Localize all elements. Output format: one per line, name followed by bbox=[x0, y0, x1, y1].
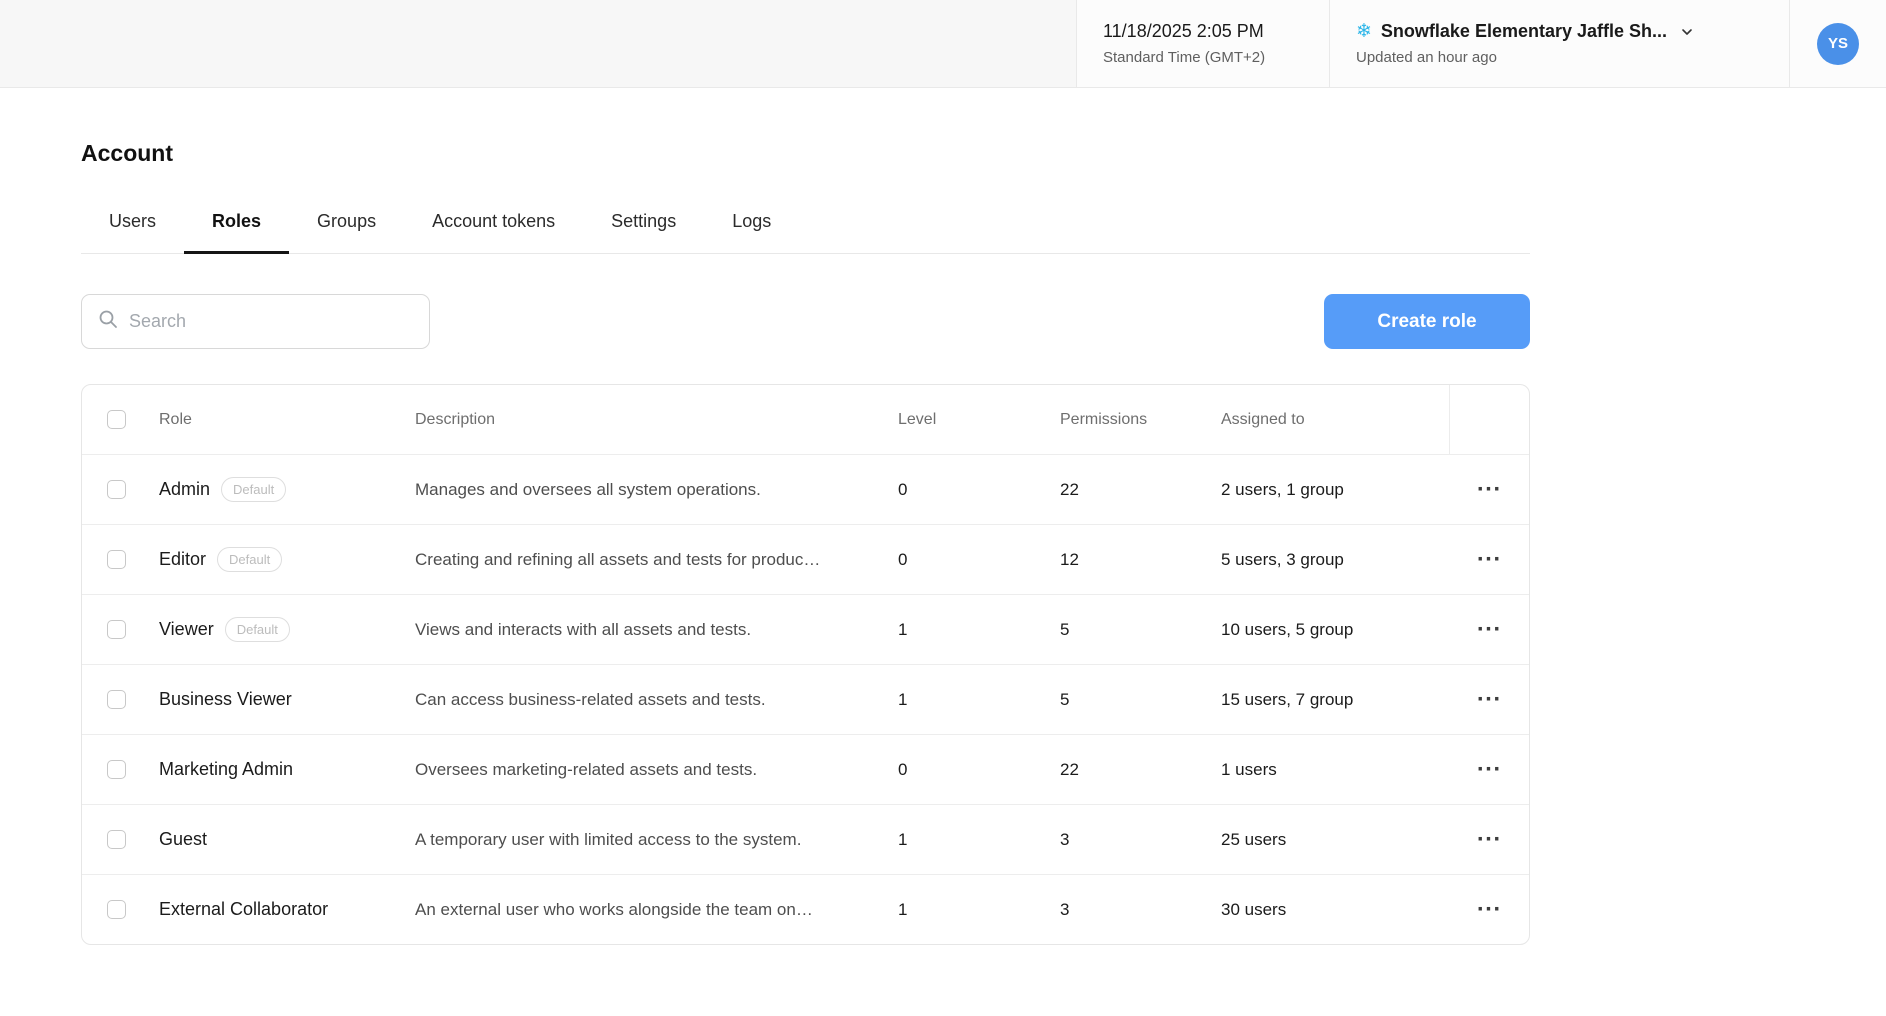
role-description: Creating and refining all assets and tes… bbox=[415, 549, 821, 569]
role-name: Marketing Admin bbox=[159, 759, 294, 779]
row-actions-button[interactable]: ··· bbox=[1469, 684, 1510, 715]
row-checkbox[interactable] bbox=[107, 690, 126, 709]
search-box[interactable] bbox=[81, 294, 430, 349]
role-level: 0 bbox=[898, 759, 908, 779]
topbar: 11/18/2025 2:05 PM Standard Time (GMT+2)… bbox=[0, 0, 1886, 88]
row-actions-button[interactable]: ··· bbox=[1469, 614, 1510, 645]
role-assigned: 30 users bbox=[1221, 899, 1287, 919]
table-header-row: Role Description Level Permissions Assig… bbox=[82, 385, 1529, 454]
table-row: Marketing Admin Oversees marketing-relat… bbox=[82, 734, 1529, 804]
role-name: Viewer bbox=[159, 619, 214, 639]
table-row: External Collaborator An external user w… bbox=[82, 874, 1529, 944]
role-assigned: 5 users, 3 group bbox=[1221, 549, 1344, 569]
column-header-role: Role bbox=[159, 410, 192, 428]
row-checkbox[interactable] bbox=[107, 900, 126, 919]
role-name: Guest bbox=[159, 829, 208, 849]
row-checkbox[interactable] bbox=[107, 550, 126, 569]
tab-groups[interactable]: Groups bbox=[289, 199, 404, 254]
role-description: Manages and oversees all system operatio… bbox=[415, 479, 761, 499]
row-checkbox[interactable] bbox=[107, 620, 126, 639]
toolbar: Create role bbox=[81, 294, 1530, 349]
column-header-assigned: Assigned to bbox=[1221, 410, 1305, 428]
role-description: Can access business-related assets and t… bbox=[415, 689, 766, 709]
tab-users[interactable]: Users bbox=[81, 199, 184, 254]
role-assigned: 10 users, 5 group bbox=[1221, 619, 1354, 639]
avatar-section: YS bbox=[1789, 0, 1886, 87]
role-assigned: 2 users, 1 group bbox=[1221, 479, 1344, 499]
row-actions-button[interactable]: ··· bbox=[1469, 474, 1510, 505]
tab-account-tokens[interactable]: Account tokens bbox=[404, 199, 583, 254]
tab-settings[interactable]: Settings bbox=[583, 199, 704, 254]
role-level: 1 bbox=[898, 689, 908, 709]
table-row: Viewer Default Views and interacts with … bbox=[82, 594, 1529, 664]
role-name: Admin bbox=[159, 479, 211, 499]
role-description: Views and interacts with all assets and … bbox=[415, 619, 752, 639]
org-updated-text: Updated an hour ago bbox=[1356, 49, 1497, 66]
row-actions-button[interactable]: ··· bbox=[1469, 824, 1510, 855]
create-role-button[interactable]: Create role bbox=[1324, 294, 1530, 349]
org-switcher[interactable]: ❄ Snowflake Elementary Jaffle Sh... Upda… bbox=[1329, 0, 1789, 87]
tab-logs[interactable]: Logs bbox=[704, 199, 799, 254]
role-name: External Collaborator bbox=[159, 899, 329, 919]
table-row: Business Viewer Can access business-rela… bbox=[82, 664, 1529, 734]
column-header-description: Description bbox=[415, 410, 496, 428]
column-header-level: Level bbox=[898, 410, 937, 428]
chevron-down-icon bbox=[1680, 25, 1694, 39]
row-checkbox[interactable] bbox=[107, 760, 126, 779]
roles-table: Role Description Level Permissions Assig… bbox=[81, 384, 1530, 945]
role-level: 1 bbox=[898, 619, 908, 639]
row-actions-button[interactable]: ··· bbox=[1469, 894, 1510, 925]
role-level: 0 bbox=[898, 549, 908, 569]
search-icon bbox=[98, 309, 118, 334]
role-level: 1 bbox=[898, 899, 908, 919]
datetime-display: 11/18/2025 2:05 PM Standard Time (GMT+2) bbox=[1076, 0, 1329, 87]
role-level: 1 bbox=[898, 829, 908, 849]
default-badge: Default bbox=[217, 547, 283, 572]
role-permissions: 5 bbox=[1060, 689, 1070, 709]
tab-roles[interactable]: Roles bbox=[184, 199, 290, 254]
timezone-text: Standard Time (GMT+2) bbox=[1103, 49, 1266, 66]
default-badge: Default bbox=[224, 617, 290, 642]
page-title: Account bbox=[81, 140, 173, 166]
role-permissions: 22 bbox=[1060, 479, 1079, 499]
tab-bar: Users Roles Groups Account tokens Settin… bbox=[81, 199, 1530, 254]
table-row: Admin Default Manages and oversees all s… bbox=[82, 454, 1529, 524]
row-checkbox[interactable] bbox=[107, 480, 126, 499]
role-permissions: 5 bbox=[1060, 619, 1070, 639]
datetime-text: 11/18/2025 2:05 PM bbox=[1103, 21, 1264, 41]
role-assigned: 1 users bbox=[1221, 759, 1277, 779]
row-actions-button[interactable]: ··· bbox=[1469, 544, 1510, 575]
role-name: Editor bbox=[159, 549, 207, 569]
main-content: Account Users Roles Groups Account token… bbox=[0, 140, 1530, 945]
org-name: Snowflake Elementary Jaffle Sh... bbox=[1380, 21, 1668, 41]
row-checkbox[interactable] bbox=[107, 830, 126, 849]
search-input[interactable] bbox=[129, 311, 413, 332]
role-permissions: 22 bbox=[1060, 759, 1079, 779]
role-permissions: 3 bbox=[1060, 829, 1070, 849]
select-all-checkbox[interactable] bbox=[107, 410, 126, 429]
role-level: 0 bbox=[898, 479, 908, 499]
column-header-permissions: Permissions bbox=[1060, 410, 1148, 428]
row-actions-button[interactable]: ··· bbox=[1469, 754, 1510, 785]
role-name: Business Viewer bbox=[159, 689, 292, 709]
table-row: Editor Default Creating and refining all… bbox=[82, 524, 1529, 594]
avatar[interactable]: YS bbox=[1817, 22, 1859, 65]
role-permissions: 3 bbox=[1060, 899, 1070, 919]
column-header-actions bbox=[1449, 385, 1529, 454]
role-description: Oversees marketing-related assets and te… bbox=[415, 759, 758, 779]
default-badge: Default bbox=[221, 477, 287, 502]
role-assigned: 25 users bbox=[1221, 829, 1287, 849]
role-description: An external user who works alongside the… bbox=[415, 899, 813, 919]
table-row: Guest A temporary user with limited acce… bbox=[82, 804, 1529, 874]
role-assigned: 15 users, 7 group bbox=[1221, 689, 1354, 709]
snowflake-icon: ❄ bbox=[1356, 21, 1372, 42]
role-permissions: 12 bbox=[1060, 549, 1079, 569]
role-description: A temporary user with limited access to … bbox=[415, 829, 802, 849]
